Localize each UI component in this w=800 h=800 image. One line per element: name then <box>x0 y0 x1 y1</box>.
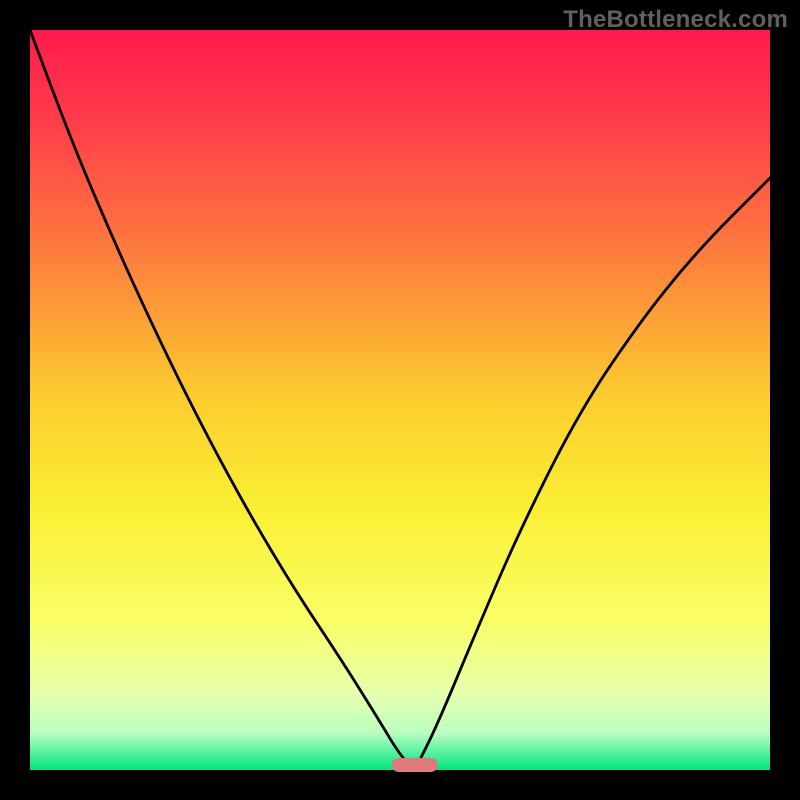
bottleneck-plot <box>0 0 800 800</box>
plot-background <box>30 30 770 770</box>
watermark-text: TheBottleneck.com <box>563 6 788 34</box>
trough-marker <box>392 758 438 772</box>
chart-canvas: TheBottleneck.com <box>0 0 800 800</box>
